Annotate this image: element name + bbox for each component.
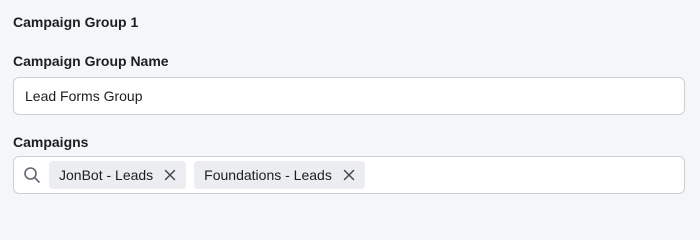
search-icon — [23, 166, 41, 184]
campaigns-search-input[interactable] — [372, 156, 684, 194]
campaigns-tokenizer[interactable]: JonBot - Leads Foundations - Leads — [13, 156, 685, 194]
campaign-token: JonBot - Leads — [49, 161, 187, 189]
campaign-token-label: JonBot - Leads — [59, 167, 154, 183]
close-icon[interactable] — [343, 169, 355, 181]
close-icon[interactable] — [164, 169, 176, 181]
campaign-group-name-label: Campaign Group Name — [13, 53, 169, 69]
campaigns-label: Campaigns — [13, 134, 89, 150]
campaign-token-label: Foundations - Leads — [204, 167, 332, 183]
campaign-group-name-input[interactable] — [13, 77, 685, 115]
campaign-token: Foundations - Leads — [194, 161, 365, 189]
campaign-group-title: Campaign Group 1 — [13, 14, 139, 30]
